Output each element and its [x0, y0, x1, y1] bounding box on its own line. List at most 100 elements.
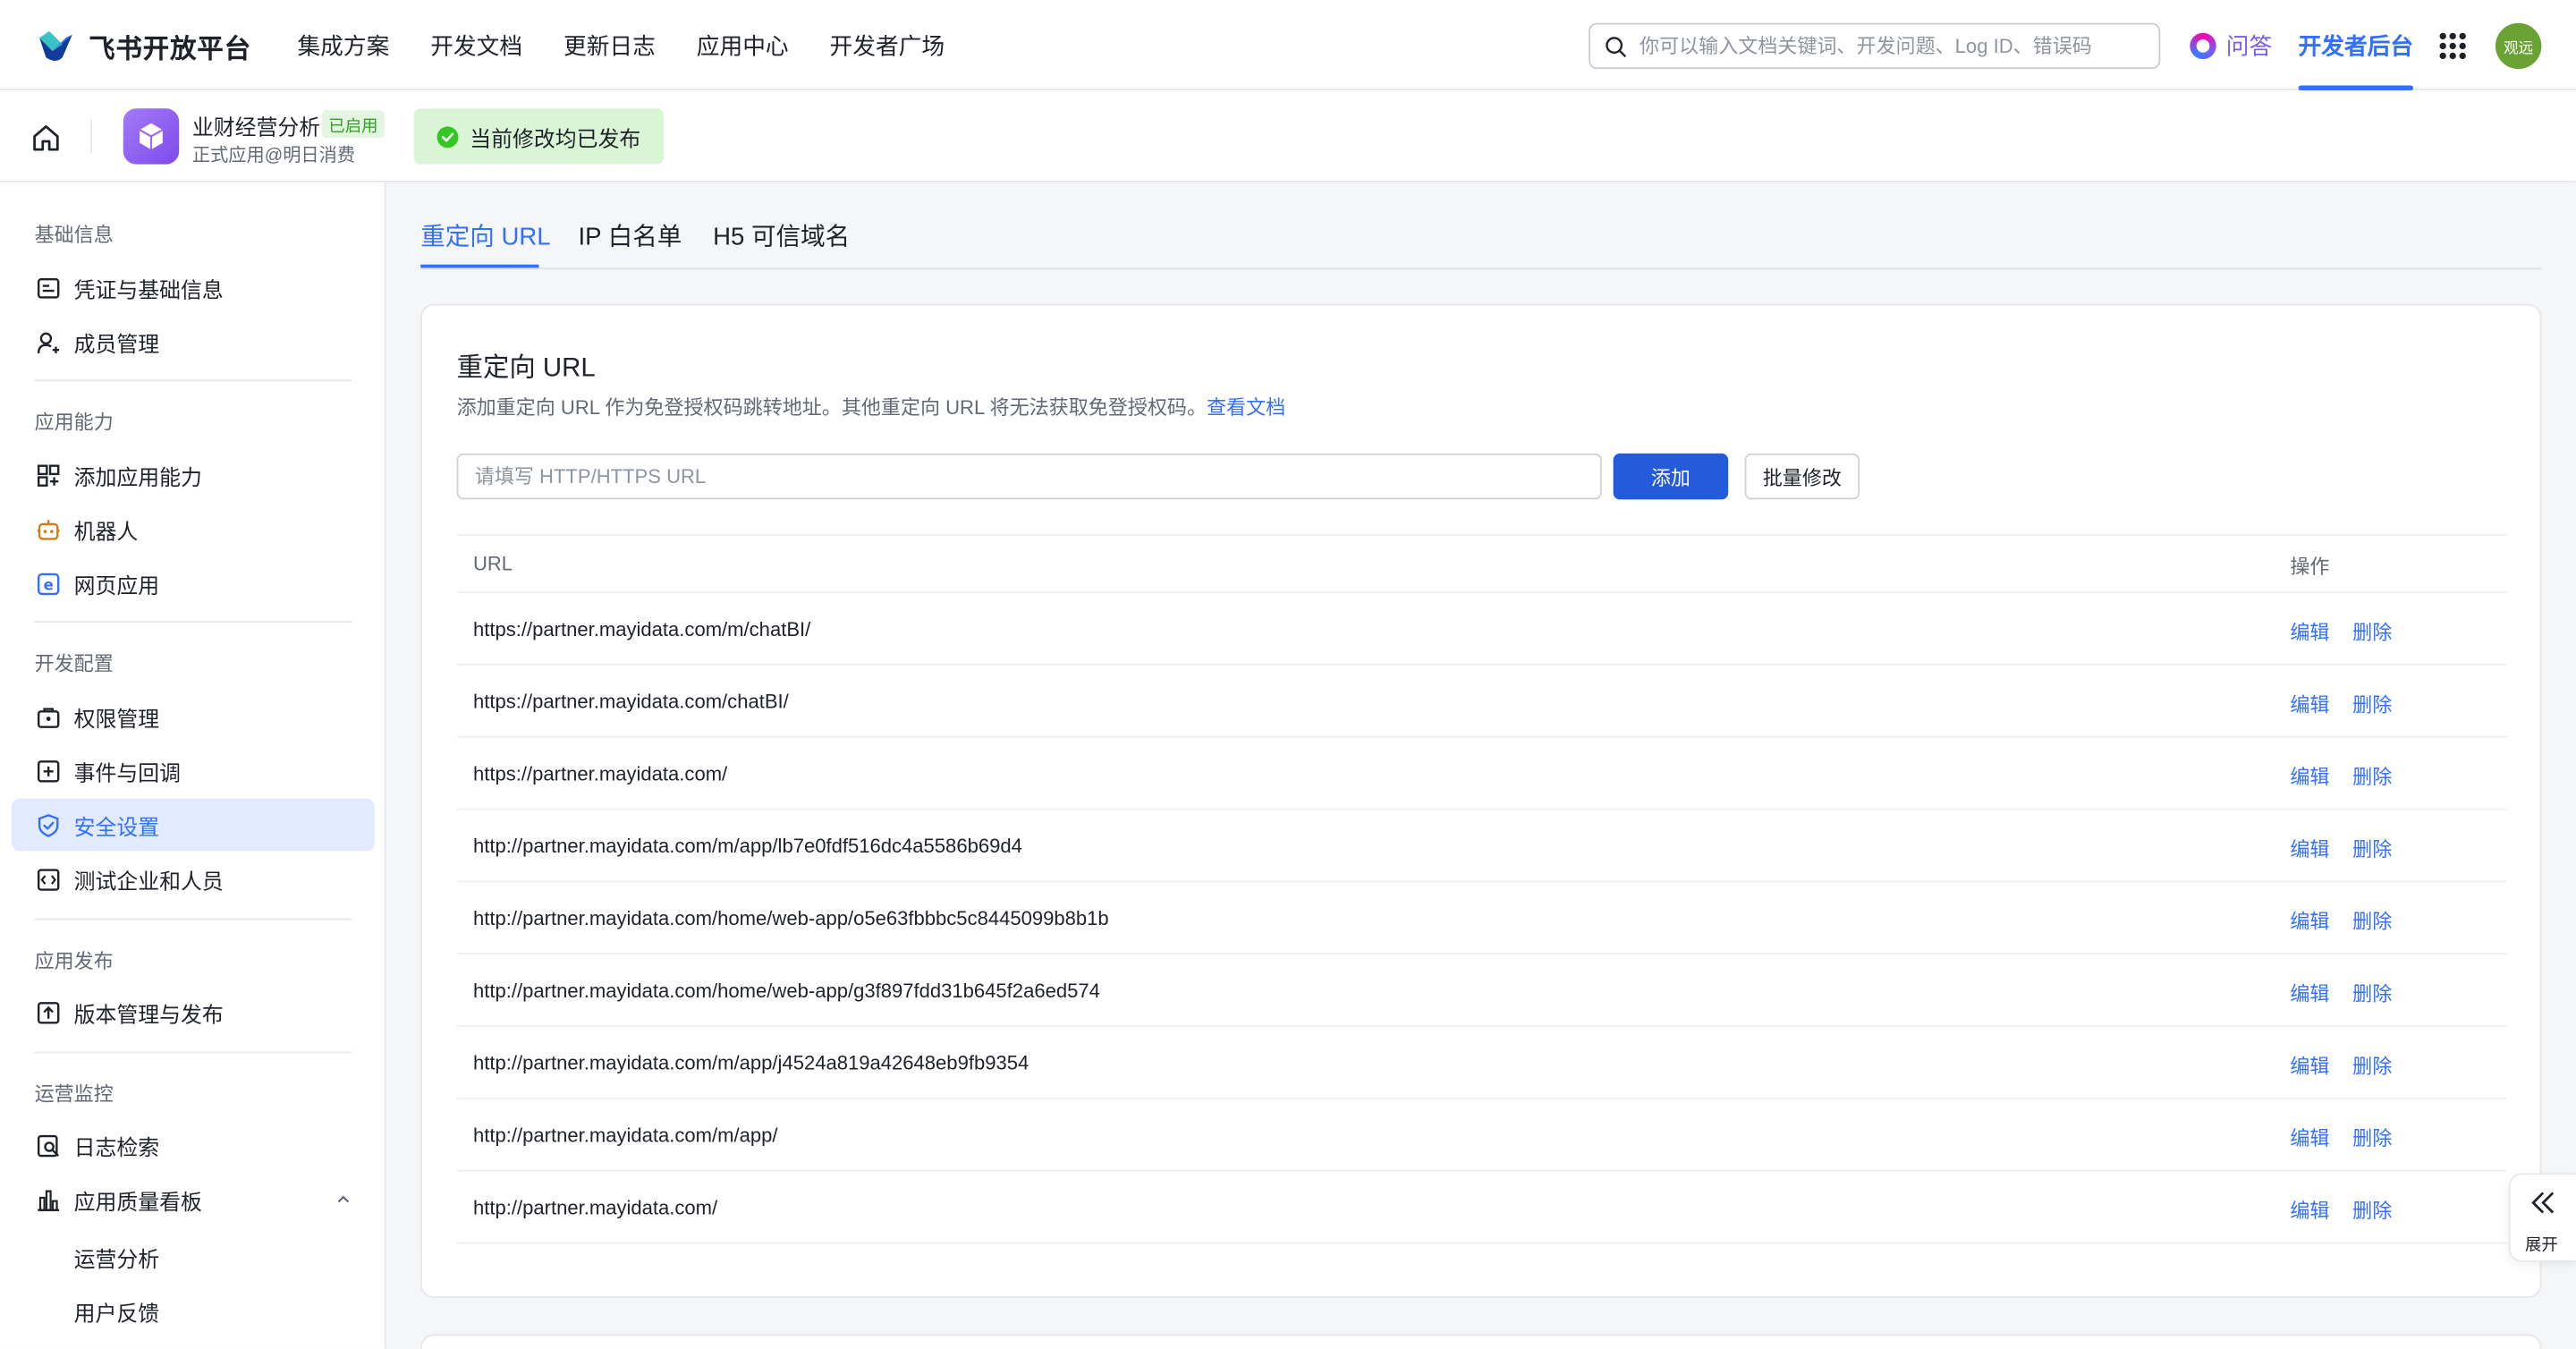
delete-link[interactable]: 删除	[2352, 907, 2392, 935]
delete-link[interactable]: 删除	[2352, 1196, 2392, 1224]
url-cell: https://partner.mayidata.com/m/chatBI/	[472, 617, 811, 641]
search-box[interactable]	[1589, 22, 2161, 70]
sidebar-item-label: 事件与回调	[73, 759, 182, 785]
sidebar-item-quality-dashboard[interactable]: 应用质量看板	[12, 1173, 375, 1226]
sidebar-section-title: 开发配置	[34, 652, 114, 675]
sidebar-item-label: 应用质量看板	[73, 1188, 202, 1214]
sidebar-section-title: 基础信息	[34, 223, 114, 247]
sidebar-section-title: 运营监控	[34, 1082, 114, 1107]
sidebar-divider	[34, 621, 352, 624]
permission-icon	[35, 703, 61, 729]
sidebar-item-security[interactable]: 安全设置	[11, 798, 375, 852]
home-icon[interactable]	[30, 122, 63, 155]
sidebar-item-label: 添加应用能力	[73, 463, 202, 489]
table-row: http://partner.mayidata.com/home/web-app…	[456, 882, 2507, 955]
sidebar-item-add-capability[interactable]: 添加应用能力	[12, 448, 375, 501]
edit-link[interactable]: 编辑	[2290, 835, 2329, 862]
delete-link[interactable]: 删除	[2352, 690, 2392, 717]
app-root: 飞书开放平台 集成方案 开发文档 更新日志 应用中心 开发者广场 问答 开发者后台 观远…	[0, 0, 2576, 1349]
feishu-logo-icon	[39, 30, 72, 61]
sidebar-item-label: 版本管理与发布	[73, 1001, 224, 1027]
edit-link[interactable]: 编辑	[2290, 762, 2329, 790]
table-row: http://partner.mayidata.com/m/app/编辑 删除	[456, 1099, 2507, 1172]
app-name: 业财经营分析	[191, 115, 321, 140]
ai-assistant-icon	[2190, 32, 2216, 60]
publish-icon	[35, 999, 61, 1025]
view-docs-link[interactable]: 查看文档	[1207, 396, 1285, 420]
edit-link[interactable]: 编辑	[2290, 1196, 2329, 1224]
sidebar-item-log-search[interactable]: 日志检索	[12, 1119, 375, 1172]
brand-name: 飞书开放平台	[89, 36, 252, 64]
svg-text:e: e	[43, 575, 53, 592]
expand-label: 展开	[2525, 1237, 2558, 1256]
apps-grid-icon[interactable]	[2439, 32, 2466, 60]
redirect-url-input[interactable]	[456, 453, 1602, 500]
nav-item[interactable]: 集成方案	[297, 29, 389, 62]
sidebar-item-label: 日志检索	[73, 1134, 160, 1159]
url-cell: http://partner.mayidata.com/m/app/lb7e0f…	[472, 835, 1022, 858]
check-circle-icon	[436, 125, 459, 148]
delete-link[interactable]: 删除	[2352, 762, 2392, 790]
sidebar-item-events[interactable]: 事件与回调	[12, 744, 375, 797]
sidebar-item-credentials[interactable]: 凭证与基础信息	[12, 261, 375, 314]
sidebar-subitem-ops-analysis[interactable]: 运营分析	[74, 1243, 160, 1274]
nav-item[interactable]: 开发者广场	[830, 29, 945, 62]
search-icon	[1606, 36, 1626, 56]
cube-icon	[139, 123, 164, 150]
table-row: https://partner.mayidata.com/chatBI/编辑 删除	[456, 666, 2507, 738]
tab-h5-trusted-domain[interactable]: H5 可信域名	[713, 218, 850, 253]
developer-console-link[interactable]: 开发者后台	[2299, 30, 2414, 63]
edit-link[interactable]: 编辑	[2290, 1051, 2329, 1079]
next-card	[420, 1334, 2542, 1349]
delete-link[interactable]: 删除	[2352, 835, 2392, 862]
batch-edit-button[interactable]: 批量修改	[1744, 453, 1860, 500]
sidebar-item-version-publish[interactable]: 版本管理与发布	[12, 986, 375, 1039]
nav-item[interactable]: 更新日志	[564, 29, 656, 62]
table-row: https://partner.mayidata.com/m/chatBI/编辑…	[456, 593, 2507, 666]
test-icon	[35, 866, 61, 892]
edit-link[interactable]: 编辑	[2290, 690, 2329, 717]
sidebar-subitem-user-feedback[interactable]: 用户反馈	[74, 1296, 160, 1328]
qa-button[interactable]: 问答	[2190, 30, 2272, 63]
user-avatar[interactable]: 观远	[2495, 22, 2542, 70]
add-button[interactable]: 添加	[1613, 453, 1729, 500]
nav-item[interactable]: 应用中心	[697, 29, 789, 62]
card-title: 重定向 URL	[456, 354, 596, 383]
edit-link[interactable]: 编辑	[2290, 618, 2329, 646]
sidebar-item-test-tenant[interactable]: 测试企业和人员	[12, 853, 375, 905]
sidebar-item-members[interactable]: 成员管理	[12, 316, 375, 369]
sidebar-item-label: 机器人	[73, 518, 139, 544]
edit-link[interactable]: 编辑	[2290, 980, 2329, 1007]
publish-status-text: 当前修改均已发布	[470, 125, 641, 151]
redirect-url-table: URL 操作 https://partner.mayidata.com/m/ch…	[456, 533, 2507, 1244]
delete-link[interactable]: 删除	[2352, 1051, 2392, 1079]
top-navbar: 飞书开放平台 集成方案 开发文档 更新日志 应用中心 开发者广场 问答 开发者后台 观远	[0, 0, 2576, 91]
app-icon	[123, 108, 180, 165]
delete-link[interactable]: 删除	[2352, 1124, 2392, 1151]
sidebar-item-label: 权限管理	[73, 705, 160, 731]
brand-logo[interactable]: 飞书开放平台	[36, 26, 251, 65]
chevron-up-icon[interactable]	[335, 1192, 352, 1208]
edit-link[interactable]: 编辑	[2290, 1124, 2329, 1151]
tab-redirect-url[interactable]: 重定向 URL	[420, 218, 550, 253]
sidebar-item-label: 凭证与基础信息	[73, 276, 224, 302]
expand-panel-button[interactable]: 展开	[2508, 1173, 2576, 1262]
column-header-url: URL	[472, 552, 513, 575]
tab-ip-whitelist[interactable]: IP 白名单	[579, 218, 682, 253]
delete-link[interactable]: 删除	[2352, 980, 2392, 1007]
sidebar: 基础信息 凭证与基础信息 成员管理 应用能力 添加应用能力 机器人 e 网页应用…	[0, 182, 386, 1349]
edit-link[interactable]: 编辑	[2290, 907, 2329, 935]
delete-link[interactable]: 删除	[2352, 618, 2392, 646]
table-row: http://partner.mayidata.com/m/app/lb7e0f…	[456, 810, 2507, 883]
nav-item[interactable]: 开发文档	[430, 29, 522, 62]
sidebar-item-robot[interactable]: 机器人	[12, 503, 375, 556]
sidebar-item-web-app[interactable]: e 网页应用	[12, 557, 375, 610]
settings-tabs: 重定向 URL IP 白名单 H5 可信域名	[420, 182, 2542, 270]
qa-label: 问答	[2225, 32, 2273, 60]
sidebar-item-permissions[interactable]: 权限管理	[12, 690, 375, 742]
url-cell: http://partner.mayidata.com/home/web-app…	[472, 906, 1109, 930]
search-input[interactable]	[1636, 32, 2136, 60]
table-row: http://partner.mayidata.com/m/app/j4524a…	[456, 1027, 2507, 1099]
sidebar-item-label: 成员管理	[73, 331, 160, 356]
web-app-icon: e	[35, 570, 61, 596]
